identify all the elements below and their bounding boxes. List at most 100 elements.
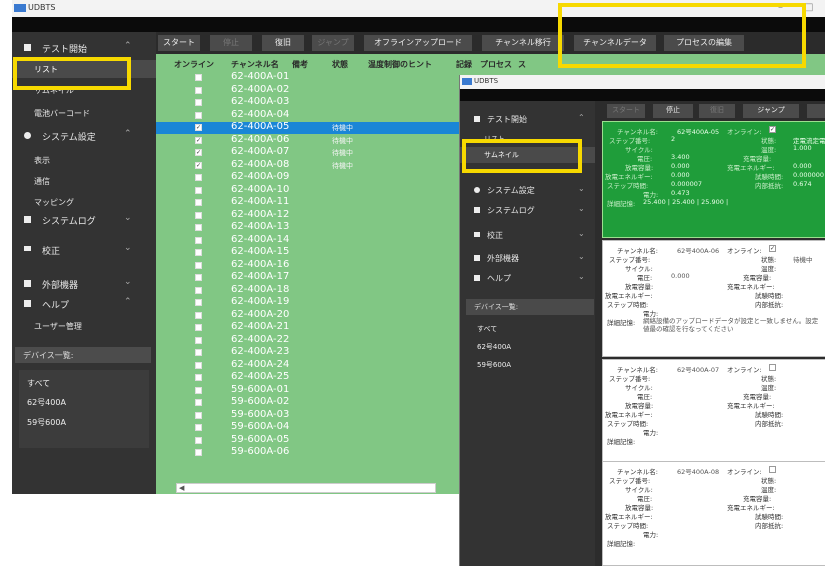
column-header-step[interactable]: ス xyxy=(518,59,526,70)
sidebar-item-user-management[interactable]: ユーザー管理 xyxy=(12,317,156,335)
device-icon xyxy=(474,255,480,261)
chevron-down-icon: ⌄ xyxy=(124,277,132,287)
column-header-online[interactable]: オンライン xyxy=(174,59,214,70)
online-checkbox[interactable] xyxy=(195,311,202,319)
online-checkbox[interactable] xyxy=(195,449,202,456)
sidebar-section-settings[interactable]: システム設定 ⌃ xyxy=(12,126,156,146)
sidebar-item-communication[interactable]: 通信 xyxy=(12,172,156,190)
sidebar: テスト開始 ⌃ リスト サムネイル 電池バーコード システム設定 ⌃ 表示 通信… xyxy=(12,32,156,494)
chevron-down-icon: ⌄ xyxy=(578,252,585,261)
horizontal-scrollbar[interactable]: ◀ xyxy=(176,483,436,493)
sidebar-section-log[interactable]: システムログ ⌄ xyxy=(12,210,156,230)
document-icon xyxy=(474,207,480,213)
online-checkbox[interactable] xyxy=(195,186,202,194)
chevron-down-icon: ⌄ xyxy=(578,272,585,281)
online-checkbox[interactable] xyxy=(195,224,202,231)
online-checkbox[interactable] xyxy=(769,466,776,473)
overlay-section-calibration[interactable]: 校正 ⌄ xyxy=(460,225,595,245)
online-checkbox[interactable] xyxy=(195,299,202,306)
channel-name-cell: 62-400A-05 xyxy=(231,121,290,132)
jump-button[interactable]: ジャンプ xyxy=(312,35,354,51)
column-header-status[interactable]: 状態 xyxy=(332,59,348,70)
online-checkbox[interactable] xyxy=(195,274,202,281)
channel-card[interactable]: チャンネル名: 62号400A-05 オンライン: ✓ ステップ番号: 2 状態… xyxy=(602,121,825,238)
online-checkbox[interactable] xyxy=(195,236,202,244)
online-checkbox[interactable] xyxy=(195,74,202,81)
sidebar-section-external[interactable]: 外部機器 ⌄ xyxy=(12,274,156,294)
sidebar-item-mapping[interactable]: マッピング xyxy=(12,193,156,211)
column-header-record[interactable]: 記録 xyxy=(456,59,472,70)
online-checkbox[interactable]: ✓ xyxy=(195,136,202,144)
online-checkbox[interactable] xyxy=(195,199,202,206)
highlight-thumbnail-item xyxy=(462,139,582,173)
online-checkbox[interactable] xyxy=(769,364,776,371)
sidebar-item-barcode[interactable]: 電池バーコード xyxy=(12,104,156,122)
sidebar-section-help[interactable]: ヘルプ ⌃ xyxy=(12,294,156,314)
channel-name-cell: 62-400A-23 xyxy=(231,346,290,357)
start-button[interactable]: スタート xyxy=(158,35,200,51)
channel-transfer-button[interactable]: チャンネル移行 xyxy=(482,35,564,51)
overlay-section-test[interactable]: テスト開始 ⌃ xyxy=(460,109,595,129)
overlay-device-62-400a[interactable]: 62号400A xyxy=(477,342,511,352)
online-checkbox[interactable]: ✓ xyxy=(195,161,202,169)
channel-card[interactable]: チャンネル名: 62号400A-08 オンライン: ステップ番号: 状態: サイ… xyxy=(602,461,825,566)
offline-upload-button[interactable]: オフラインアップロード xyxy=(364,35,472,51)
overlay-section-settings[interactable]: システム設定 ⌄ xyxy=(460,180,595,200)
overlay-more-button[interactable] xyxy=(807,104,825,118)
channel-name-cell: 62-400A-08 xyxy=(231,158,290,170)
online-checkbox[interactable]: ✓ xyxy=(195,124,202,131)
channel-card[interactable]: チャンネル名: 62号400A-07 オンライン: ステップ番号: 状態: サイ… xyxy=(602,359,825,476)
online-checkbox[interactable]: ✓ xyxy=(769,245,776,252)
sidebar-item-display[interactable]: 表示 xyxy=(12,151,156,169)
overlay-jump-button[interactable]: ジャンプ xyxy=(743,104,799,118)
chevron-down-icon: ⌄ xyxy=(124,213,132,223)
channel-name-cell: 62-400A-02 xyxy=(231,83,290,95)
online-checkbox[interactable]: ✓ xyxy=(195,149,202,156)
online-checkbox[interactable] xyxy=(195,411,202,419)
overlay-stop-button[interactable]: 停止 xyxy=(653,104,693,118)
overlay-recover-button[interactable]: 復旧 xyxy=(699,104,735,118)
chevron-down-icon: ⌄ xyxy=(578,204,585,213)
column-header-channel-name[interactable]: チャンネル名 xyxy=(231,59,279,70)
channel-card[interactable]: チャンネル名: 62号400A-06 オンライン: ✓ ステップ番号: 状態: … xyxy=(602,240,825,357)
online-checkbox[interactable] xyxy=(195,211,202,219)
device-item-all[interactable]: すべて xyxy=(27,378,50,389)
recover-button[interactable]: 復旧 xyxy=(262,35,304,51)
sidebar-section-test[interactable]: テスト開始 ⌃ xyxy=(12,38,156,58)
device-item-62-400a[interactable]: 62号400A xyxy=(27,397,66,408)
overlay-start-button[interactable]: スタート xyxy=(607,104,645,118)
overlay-section-external[interactable]: 外部機器 ⌄ xyxy=(460,248,595,268)
sidebar-section-calibration[interactable]: 校正 ⌄ xyxy=(12,240,156,260)
online-checkbox[interactable] xyxy=(195,111,202,119)
overlay-device-59-600a[interactable]: 59号600A xyxy=(477,360,511,370)
online-checkbox[interactable] xyxy=(195,436,202,444)
overlay-section-help[interactable]: ヘルプ ⌄ xyxy=(460,268,595,288)
scroll-left-icon[interactable]: ◀ xyxy=(179,484,184,492)
online-checkbox[interactable] xyxy=(195,86,202,94)
column-header-process[interactable]: プロセス xyxy=(480,59,512,70)
online-checkbox[interactable] xyxy=(195,361,202,369)
online-checkbox[interactable] xyxy=(195,349,202,356)
online-checkbox[interactable]: ✓ xyxy=(769,126,776,133)
overlay-section-log[interactable]: システムログ ⌄ xyxy=(460,200,595,220)
online-checkbox[interactable] xyxy=(195,324,202,331)
online-checkbox[interactable] xyxy=(195,99,202,106)
thumbnail-grid: チャンネル名: 62号400A-05 オンライン: ✓ ステップ番号: 2 状態… xyxy=(595,119,825,566)
online-checkbox[interactable] xyxy=(195,424,202,431)
online-checkbox[interactable] xyxy=(195,374,202,381)
device-item-59-600a[interactable]: 59号600A xyxy=(27,417,66,428)
online-checkbox[interactable] xyxy=(195,261,202,269)
online-checkbox[interactable] xyxy=(195,174,202,181)
online-checkbox[interactable] xyxy=(195,386,202,394)
chevron-down-icon: ⌄ xyxy=(578,184,585,193)
channel-name-cell: 62-400A-13 xyxy=(231,221,290,232)
online-checkbox[interactable] xyxy=(195,249,202,256)
stop-button[interactable]: 停止 xyxy=(210,35,252,51)
overlay-device-all[interactable]: すべて xyxy=(477,324,497,334)
online-checkbox[interactable] xyxy=(195,336,202,344)
online-checkbox[interactable] xyxy=(195,286,202,294)
column-header-remark[interactable]: 備考 xyxy=(292,59,308,70)
menu-icon xyxy=(474,232,480,237)
online-checkbox[interactable] xyxy=(195,399,202,406)
column-header-temp-hint[interactable]: 温度制御のヒント xyxy=(368,59,432,70)
